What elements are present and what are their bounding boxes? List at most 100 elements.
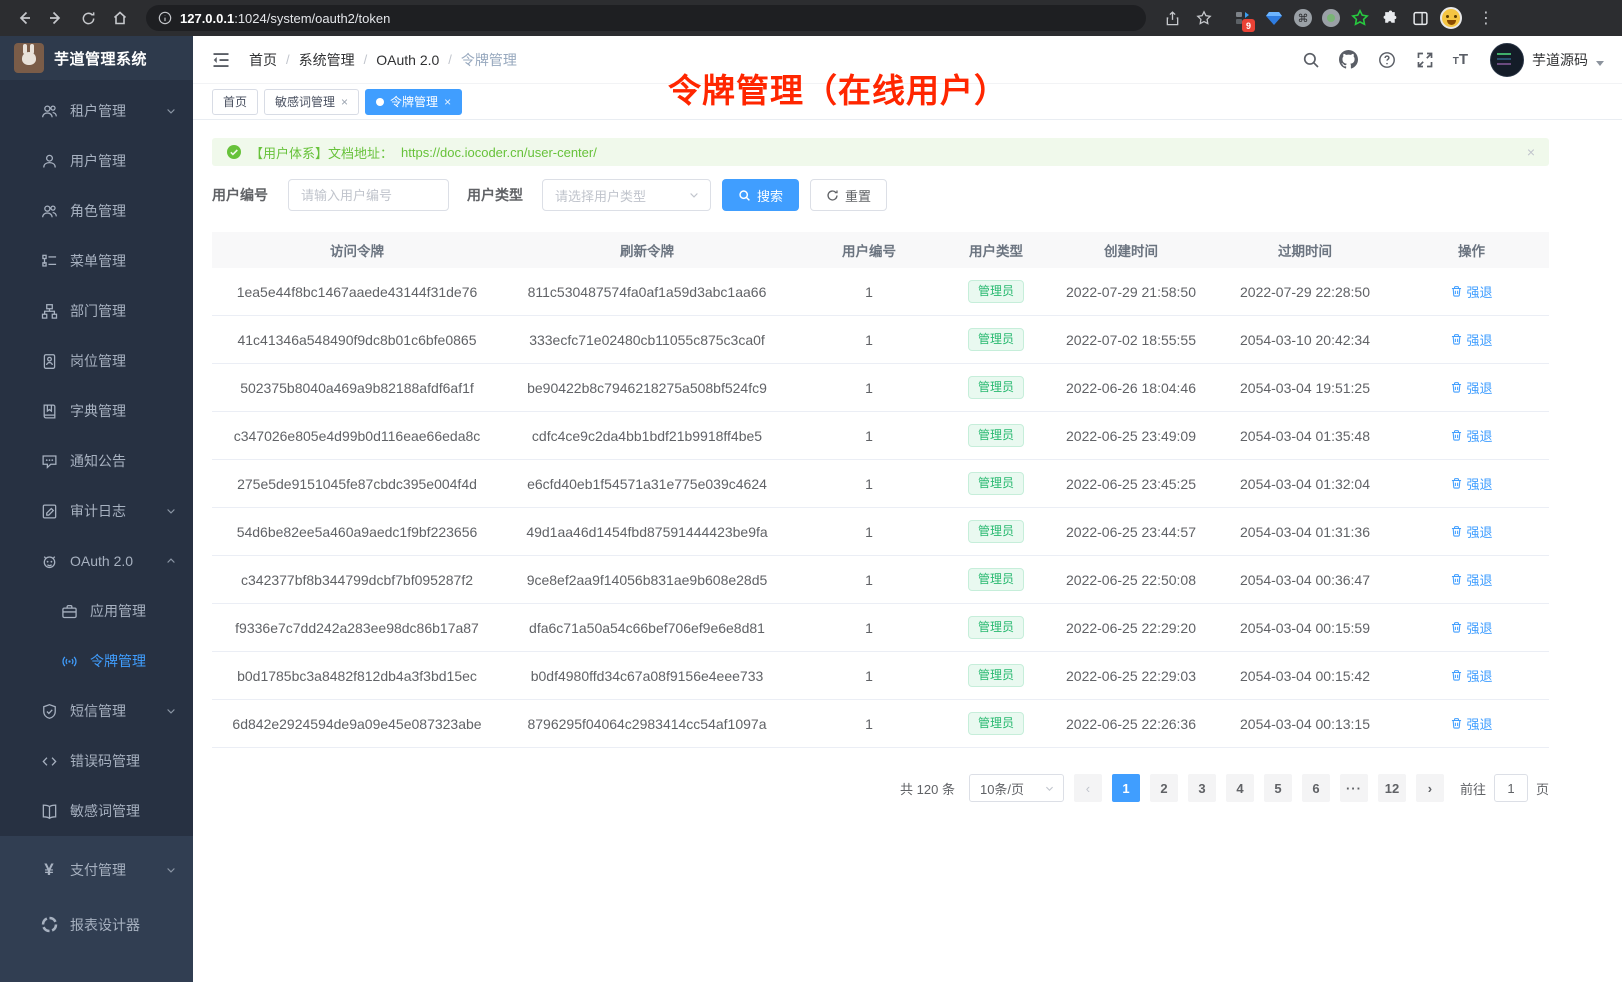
goto-page-input[interactable] [1494, 774, 1528, 802]
browser-home-icon[interactable] [106, 4, 134, 32]
page-ellipsis[interactable]: ··· [1340, 774, 1368, 802]
sidebar-item-7[interactable]: 通知公告 [0, 436, 193, 486]
column-header-0: 访问令牌 [212, 240, 502, 260]
force-logout-button[interactable]: 强退 [1450, 282, 1492, 301]
user-type-cell: 管理员 [946, 472, 1046, 494]
user-type-label: 用户类型 [467, 185, 523, 205]
tab-2[interactable]: 令牌管理× [365, 89, 462, 115]
sidebar-item-16[interactable]: 报表设计器 [0, 897, 193, 952]
font-size-icon[interactable]: TT [1453, 51, 1468, 68]
pagination: 共 120 条 10条/页 ‹ 123456···12 › 前往 页 [212, 774, 1549, 832]
browser-forward-icon[interactable] [42, 4, 70, 32]
breadcrumb-home[interactable]: 首页 [249, 50, 277, 70]
profile-avatar-icon[interactable] [1440, 7, 1462, 29]
github-icon[interactable] [1339, 50, 1359, 70]
sidebar-item-4[interactable]: 部门管理 [0, 286, 193, 336]
doc-link[interactable]: https://doc.iocoder.cn/user-center/ [401, 145, 597, 160]
page-button-3[interactable]: 3 [1188, 774, 1216, 802]
chevron-down-icon [165, 105, 177, 117]
force-logout-button[interactable]: 强退 [1450, 474, 1492, 493]
action-cell: 强退 [1394, 714, 1549, 733]
tab-close-icon[interactable]: × [444, 96, 451, 108]
sidepanel-icon[interactable] [1410, 8, 1430, 28]
breadcrumb-separator: / [364, 52, 368, 67]
page-button-1[interactable]: 1 [1112, 774, 1140, 802]
sidebar-item-5[interactable]: 岗位管理 [0, 336, 193, 386]
tab-close-icon[interactable]: × [341, 96, 348, 108]
sidebar-item-12[interactable]: 短信管理 [0, 686, 193, 736]
bookmark-star-icon[interactable] [1190, 4, 1218, 32]
sidebar-item-1[interactable]: 用户管理 [0, 136, 193, 186]
next-page-button[interactable]: › [1416, 774, 1444, 802]
gem-extension-icon[interactable] [1264, 8, 1284, 28]
created-time-cell: 2022-06-25 22:26:36 [1046, 716, 1216, 732]
sidebar-item-3[interactable]: 菜单管理 [0, 236, 193, 286]
browser-reload-icon[interactable] [74, 4, 102, 32]
page-button-4[interactable]: 4 [1226, 774, 1254, 802]
page-button-6[interactable]: 6 [1302, 774, 1330, 802]
site-info-icon[interactable] [158, 11, 172, 25]
page-button-2[interactable]: 2 [1150, 774, 1178, 802]
user-menu[interactable]: 芋道源码 [1490, 43, 1604, 77]
access-token-cell: f9336e7c7dd242a283ee98dc86b17a87 [212, 620, 502, 636]
address-bar[interactable]: 127.0.0.1:1024/system/oauth2/token [146, 5, 1146, 31]
sidebar-item-6[interactable]: 字典管理 [0, 386, 193, 436]
command-extension-icon[interactable]: ⌘ [1294, 9, 1312, 27]
user-type-badge: 管理员 [968, 712, 1024, 734]
browser-menu-icon[interactable]: ⋮ [1472, 4, 1500, 32]
puzzle-extensions-icon[interactable] [1380, 8, 1400, 28]
refresh-token-cell: e6cfd40eb1f54571a31e775e039c4624 [502, 476, 792, 492]
force-logout-button[interactable]: 强退 [1450, 666, 1492, 685]
sidebar-item-10[interactable]: 应用管理 [0, 586, 193, 636]
created-time-cell: 2022-06-25 22:29:20 [1046, 620, 1216, 636]
breadcrumb-system[interactable]: 系统管理 [299, 50, 355, 70]
sidebar-item-8[interactable]: 审计日志 [0, 486, 193, 536]
sidebar-item-2[interactable]: 角色管理 [0, 186, 193, 236]
sidebar-item-14[interactable]: 敏感词管理 [0, 786, 193, 836]
user-type-cell: 管理员 [946, 664, 1046, 686]
force-logout-button[interactable]: 强退 [1450, 570, 1492, 589]
expire-time-cell: 2054-03-04 00:13:15 [1216, 716, 1394, 732]
page-size-select[interactable]: 10条/页 [969, 774, 1064, 802]
reset-button[interactable]: 重置 [810, 179, 887, 211]
tab-1[interactable]: 敏感词管理× [264, 89, 359, 115]
force-logout-button[interactable]: 强退 [1450, 714, 1492, 733]
help-icon[interactable] [1377, 50, 1397, 70]
fullscreen-icon[interactable] [1415, 50, 1435, 70]
search-button[interactable]: 搜索 [722, 179, 799, 211]
browser-back-icon[interactable] [10, 4, 38, 32]
expire-time-cell: 2054-03-04 00:15:59 [1216, 620, 1394, 636]
breadcrumb-oauth[interactable]: OAuth 2.0 [376, 52, 439, 68]
user-type-badge: 管理员 [968, 472, 1024, 494]
user-type-select[interactable]: 请选择用户类型 [542, 179, 711, 211]
trash-icon [1450, 621, 1463, 634]
force-logout-button[interactable]: 强退 [1450, 618, 1492, 637]
breadcrumb-separator: / [286, 52, 290, 67]
tab-0[interactable]: 首页 [212, 89, 258, 115]
prev-page-button[interactable]: ‹ [1074, 774, 1102, 802]
share-icon[interactable] [1158, 4, 1186, 32]
page-button-12[interactable]: 12 [1378, 774, 1406, 802]
sidebar-item-15[interactable]: ¥支付管理 [0, 842, 193, 897]
sidebar-item-0[interactable]: 租户管理 [0, 86, 193, 136]
search-icon[interactable] [1301, 50, 1321, 70]
sidebar-item-9[interactable]: OAuth 2.0 [0, 536, 193, 586]
extension-tabs-icon[interactable]: 9 [1234, 8, 1254, 28]
dictionary-icon [40, 402, 58, 420]
force-logout-button[interactable]: 强退 [1450, 522, 1492, 541]
table-row: 41c41346a548490f9dc8b01c6bfe0865333ecfc7… [212, 316, 1549, 364]
sidebar-item-13[interactable]: 错误码管理 [0, 736, 193, 786]
breadcrumb-separator: / [448, 52, 452, 67]
user-id-input[interactable] [288, 179, 449, 211]
force-logout-button[interactable]: 强退 [1450, 378, 1492, 397]
force-logout-button[interactable]: 强退 [1450, 426, 1492, 445]
sidebar-collapse-icon[interactable] [211, 49, 233, 71]
sidebar-item-11[interactable]: 令牌管理 [0, 636, 193, 686]
page-button-5[interactable]: 5 [1264, 774, 1292, 802]
force-logout-button[interactable]: 强退 [1450, 330, 1492, 349]
menu-tree-icon [40, 252, 58, 270]
recorder-extension-icon[interactable] [1322, 9, 1340, 27]
star-extension-icon[interactable] [1350, 8, 1370, 28]
alert-close-icon[interactable]: × [1527, 144, 1535, 160]
app-logo[interactable]: 芋道管理系统 [0, 36, 193, 80]
